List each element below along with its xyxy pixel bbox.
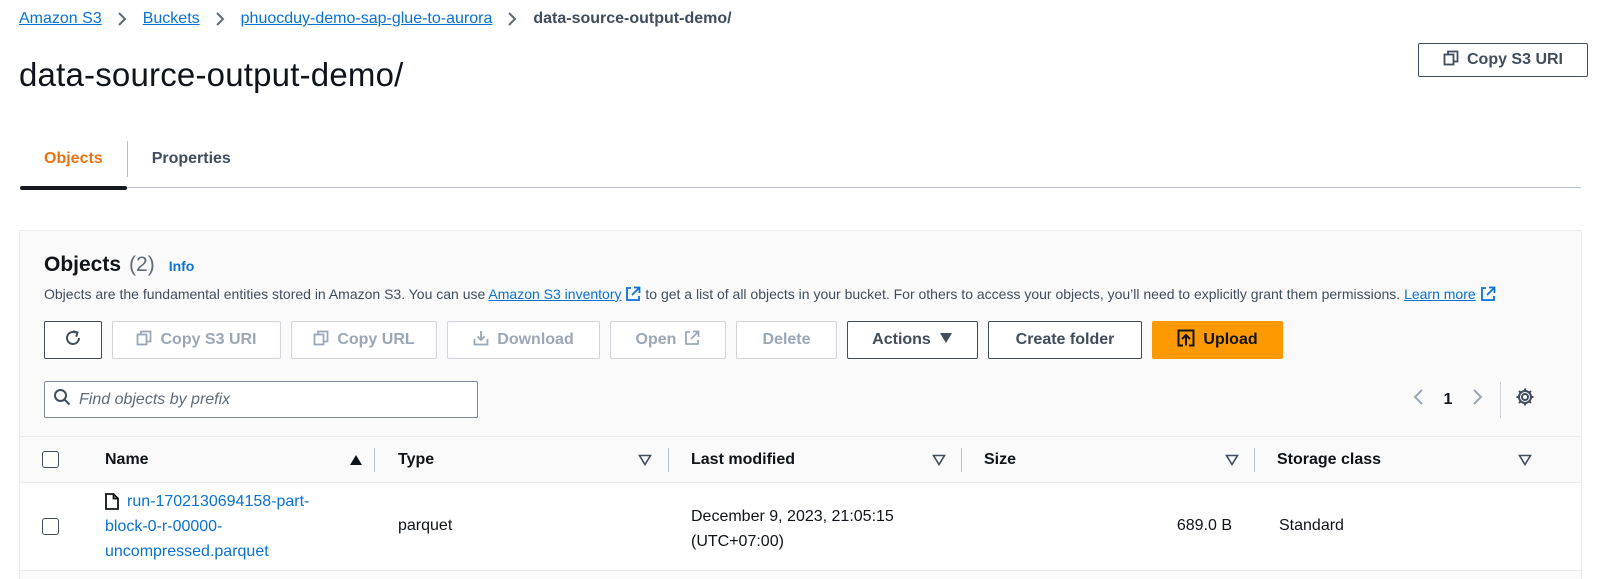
info-link[interactable]: Info: [169, 258, 195, 274]
table-header: Name Type Last modified Size Storage cla…: [20, 436, 1581, 483]
column-size-label: Size: [984, 450, 1017, 468]
tab-objects[interactable]: Objects: [20, 130, 127, 190]
column-divider: [668, 448, 669, 472]
external-link-icon: [1480, 286, 1496, 305]
panel-header: Objects (2) Info: [44, 253, 194, 277]
sort-icon: [638, 453, 652, 471]
select-all-checkbox[interactable]: [42, 451, 59, 468]
chevron-right-icon: [505, 12, 519, 26]
copy-s3-uri-toolbar-button[interactable]: Copy S3 URI: [112, 321, 281, 359]
copy-url-label: Copy URL: [337, 331, 415, 348]
upload-button[interactable]: Upload: [1152, 321, 1283, 359]
copy-icon: [136, 330, 152, 351]
select-all-cell: [42, 437, 59, 482]
gear-icon[interactable]: [1515, 387, 1535, 412]
copy-url-button[interactable]: Copy URL: [291, 321, 437, 359]
column-divider: [961, 448, 962, 472]
external-link-icon: [625, 286, 641, 305]
learn-more-link[interactable]: Learn more: [1404, 286, 1476, 302]
download-icon: [473, 330, 489, 351]
breadcrumb-buckets[interactable]: Buckets: [143, 10, 200, 28]
object-count: (2): [129, 253, 155, 276]
row-checkbox[interactable]: [42, 518, 59, 535]
tab-bar: Objects Properties: [20, 130, 1581, 190]
object-storage-class: Standard: [1279, 517, 1344, 534]
table-row: run-1702130694158-part- block-0-r-00000-…: [20, 483, 1581, 571]
actions-dropdown-button[interactable]: Actions: [847, 321, 978, 359]
open-button[interactable]: Open: [610, 321, 726, 359]
column-header-storage-class[interactable]: Storage class: [1277, 437, 1532, 482]
column-header-size[interactable]: Size: [984, 437, 1239, 482]
page-title: data-source-output-demo/: [19, 56, 404, 93]
refresh-icon: [63, 328, 83, 353]
copy-s3-uri-label: Copy S3 URI: [1466, 51, 1563, 68]
refresh-button[interactable]: [44, 321, 102, 359]
object-type: parquet: [398, 517, 453, 534]
object-size: 689.0 B: [1176, 517, 1232, 534]
column-type-label: Type: [398, 450, 435, 468]
column-storage-class-label: Storage class: [1277, 450, 1382, 468]
caret-down-icon: [939, 331, 953, 349]
search-input[interactable]: [79, 390, 459, 409]
download-button[interactable]: Download: [447, 321, 600, 359]
copy-s3-uri-toolbar-label: Copy S3 URI: [160, 331, 257, 348]
copy-icon: [313, 330, 329, 351]
column-name-label: Name: [105, 450, 149, 468]
column-last-modified-label: Last modified: [691, 450, 796, 468]
chevron-right-icon: [115, 12, 129, 26]
column-header-last-modified[interactable]: Last modified: [691, 437, 946, 482]
current-page-number[interactable]: 1: [1436, 391, 1460, 409]
panel-title: Objects: [44, 253, 122, 276]
sort-ascending-icon: [349, 453, 363, 471]
chevron-right-icon: [213, 12, 227, 26]
delete-button[interactable]: Delete: [736, 321, 837, 359]
column-header-type[interactable]: Type: [398, 437, 652, 482]
create-folder-button[interactable]: Create folder: [988, 321, 1142, 359]
open-label: Open: [635, 331, 677, 348]
actions-label: Actions: [872, 331, 931, 348]
column-header-name[interactable]: Name: [105, 437, 363, 482]
tab-properties[interactable]: Properties: [128, 130, 255, 188]
last-modified-timezone: (UTC+07:00): [691, 533, 784, 550]
last-modified-date: December 9, 2023, 21:05:15: [691, 508, 894, 525]
object-name-cell: run-1702130694158-part- block-0-r-00000-…: [105, 489, 345, 564]
description-text-2: to get a list of all objects in your buc…: [641, 286, 1405, 302]
previous-page-icon[interactable]: [1412, 388, 1426, 411]
column-divider: [374, 448, 375, 472]
search-box: [44, 381, 478, 418]
pagination: 1: [1412, 381, 1535, 418]
sort-icon: [1518, 453, 1532, 471]
description-text-1: Objects are the fundamental entities sto…: [44, 286, 489, 302]
row-select-cell: [42, 518, 59, 535]
s3-inventory-link[interactable]: Amazon S3 inventory: [488, 286, 621, 302]
panel-description: Objects are the fundamental entities sto…: [44, 286, 1496, 305]
next-page-icon[interactable]: [1470, 388, 1484, 411]
copy-s3-uri-button[interactable]: Copy S3 URI: [1418, 43, 1588, 77]
upload-label: Upload: [1203, 331, 1258, 348]
pager-divider: [1500, 381, 1501, 418]
object-last-modified: December 9, 2023, 21:05:15 (UTC+07:00): [691, 504, 894, 554]
copy-icon: [1443, 50, 1459, 71]
external-link-icon: [684, 330, 700, 351]
upload-icon: [1177, 329, 1195, 352]
objects-panel: Objects (2) Info Objects are the fundame…: [19, 230, 1582, 579]
sort-icon: [1225, 453, 1239, 471]
objects-toolbar: Copy S3 URI Copy URL Download Open Delet…: [44, 321, 1283, 359]
column-divider: [1254, 448, 1255, 472]
download-label: Download: [497, 331, 574, 348]
breadcrumb-current: data-source-output-demo/: [533, 10, 732, 27]
object-name-link-line-1[interactable]: run-1702130694158-part-: [127, 489, 309, 514]
breadcrumb-bucket[interactable]: phuocduy-demo-sap-glue-to-aurora: [241, 10, 493, 28]
object-name-link-line-3[interactable]: uncompressed.parquet: [105, 543, 269, 560]
object-name-link-line-2[interactable]: block-0-r-00000-: [105, 518, 222, 535]
sort-icon: [932, 453, 946, 471]
breadcrumb: Amazon S3 Buckets phuocduy-demo-sap-glue…: [19, 8, 732, 30]
file-icon: [105, 493, 119, 510]
search-icon: [53, 388, 71, 411]
breadcrumb-amazon-s3[interactable]: Amazon S3: [19, 10, 102, 28]
